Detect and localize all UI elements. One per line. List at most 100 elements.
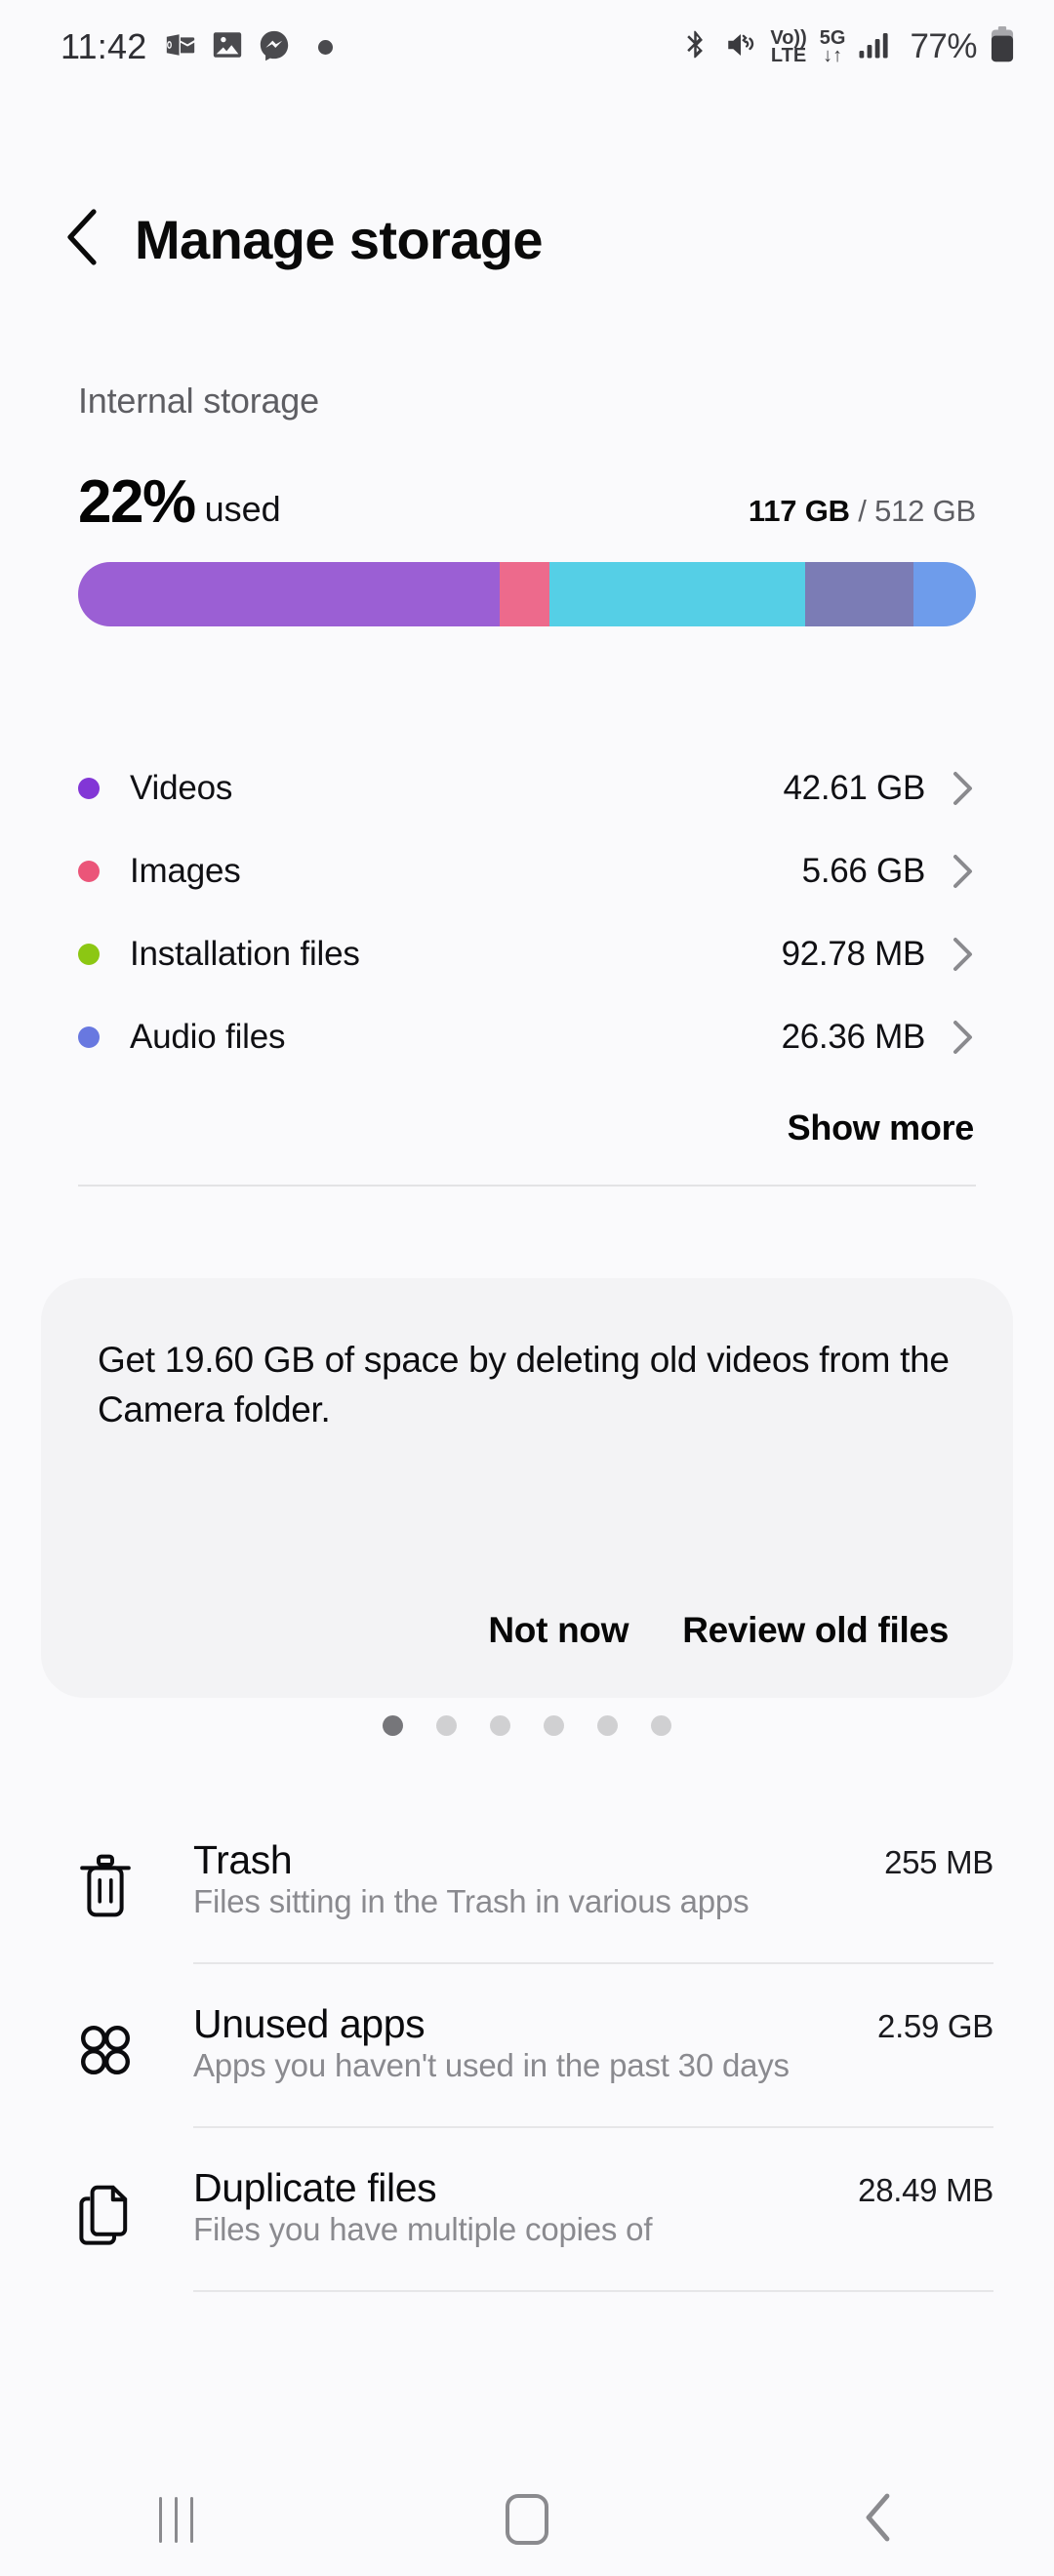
internal-storage-summary: Internal storage 22% used 117 GB / 512 G…: [0, 381, 1054, 626]
storage-bar-segment: [548, 562, 806, 626]
home-button[interactable]: [351, 2494, 703, 2545]
status-bar-clock: 11:42: [61, 26, 147, 66]
tool-size: 255 MB: [884, 1844, 993, 1880]
tool-main: Trash 255 MB Files sitting in the Trash in…: [150, 1837, 993, 1920]
bluetooth-icon: [679, 28, 711, 65]
suggestion-message: Get 19.60 GB of space by deleting old vi…: [98, 1340, 950, 1430]
storage-usage-bar: [78, 562, 976, 626]
outlook-icon: [164, 28, 197, 66]
category-label: Audio files: [130, 1017, 286, 1056]
category-color-dot: [78, 943, 100, 965]
unused-apps-icon: [61, 2005, 150, 2095]
usage-used-size: 117 GB: [748, 494, 850, 528]
usage-used-word: used: [204, 489, 281, 529]
category-color-dot: [78, 777, 100, 799]
tool-top-row: Unused apps 2.59 GB: [193, 2001, 993, 2047]
page-indicator-dot[interactable]: [597, 1715, 618, 1736]
storage-tool-item[interactable]: Trash 255 MB Files sitting in the Trash in…: [61, 1800, 993, 1964]
chevron-right-icon: [951, 936, 976, 973]
volte-icon: Vo)) LTE: [770, 26, 807, 66]
tool-body: Unused apps 2.59 GB Apps you haven't used …: [61, 1964, 993, 2126]
category-size: 92.78 MB: [781, 934, 926, 973]
storage-suggestion-card: Get 19.60 GB of space by deleting old vi…: [41, 1278, 1013, 1698]
tool-size: 28.49 MB: [858, 2172, 993, 2208]
tool-body: Duplicate files 28.49 MB Files you have mu…: [61, 2128, 993, 2290]
storage-category-list: Videos 42.61 GB Images 5.66 GB Installation …: [0, 746, 1054, 1187]
storage-category-row[interactable]: Videos 42.61 GB: [78, 746, 976, 829]
category-size: 5.66 GB: [801, 851, 926, 890]
manage-storage-screen: 11:42 Vo)) LTE 5G ↓↑ 77% Manage storage …: [0, 0, 1054, 2576]
storage-label: Internal storage: [78, 381, 319, 421]
tool-subtitle: Files sitting in the Trash in various ap…: [193, 1883, 750, 1919]
back-button[interactable]: [703, 2492, 1054, 2548]
trash-icon: [61, 1841, 150, 1931]
more-notifications-dot: [318, 39, 334, 55]
tool-top-row: Trash 255 MB: [193, 1837, 993, 1883]
category-label: Images: [130, 851, 241, 890]
not-now-button[interactable]: Not now: [488, 1610, 628, 1651]
page-title: Manage storage: [135, 208, 544, 270]
page-indicator-dot[interactable]: [383, 1715, 403, 1736]
tool-main: Unused apps 2.59 GB Apps you haven't used …: [150, 2001, 993, 2084]
page-header: Manage storage: [0, 181, 1054, 298]
usage-percent: 22%: [78, 468, 196, 536]
usage-row: 22% used 117 GB / 512 GB: [78, 472, 976, 533]
category-color-dot: [78, 860, 100, 882]
storage-category-row[interactable]: Images 5.66 GB: [78, 829, 976, 912]
category-label: Videos: [130, 768, 233, 807]
category-color-dot: [78, 1026, 100, 1048]
storage-category-row[interactable]: Installation files 92.78 MB: [78, 912, 976, 995]
battery-percent-label: 77%: [910, 27, 977, 65]
page-indicator-dot[interactable]: [544, 1715, 564, 1736]
signal-bars-icon: [858, 30, 893, 64]
tool-title: Trash: [193, 1837, 293, 1882]
storage-tool-item[interactable]: Unused apps 2.59 GB Apps you haven't used …: [61, 1964, 993, 2128]
fiveg-data-icon: 5G ↓↑: [819, 26, 846, 66]
page-indicator-dot[interactable]: [490, 1715, 510, 1736]
tool-main: Duplicate files 28.49 MB Files you have mu…: [150, 2165, 993, 2248]
status-bar: 11:42 Vo)) LTE 5G ↓↑ 77%: [0, 0, 1054, 94]
storage-bar-segment: [805, 562, 913, 626]
storage-bar-segment: [500, 562, 549, 626]
gallery-icon: [211, 28, 244, 66]
recents-icon: [158, 2496, 193, 2543]
suggestion-page-indicator: [0, 1715, 1054, 1736]
system-status-icons: Vo)) LTE 5G ↓↑ 77%: [679, 25, 1015, 68]
storage-bar-segment: [78, 562, 501, 626]
chevron-right-icon: [951, 853, 976, 890]
page-indicator-dot[interactable]: [651, 1715, 671, 1736]
mute-vibrate-icon: [724, 28, 757, 66]
category-size: 26.36 MB: [781, 1017, 926, 1056]
tool-body: Trash 255 MB Files sitting in the Trash in…: [61, 1800, 993, 1962]
chevron-right-icon: [951, 770, 976, 807]
storage-tool-item[interactable]: Duplicate files 28.49 MB Files you have mu…: [61, 2128, 993, 2292]
page-indicator-dot[interactable]: [436, 1715, 457, 1736]
back-chevron-icon[interactable]: [61, 206, 103, 273]
usage-total-size: 512 GB: [874, 494, 976, 528]
back-icon: [862, 2492, 895, 2548]
section-divider: [78, 1185, 976, 1187]
usage-size-summary: 117 GB / 512 GB: [749, 494, 976, 529]
home-icon: [506, 2494, 548, 2545]
tool-divider: [193, 2290, 993, 2292]
usage-size-separator: /: [849, 494, 875, 528]
tool-title: Unused apps: [193, 2001, 426, 2046]
storage-tools-list: Trash 255 MB Files sitting in the Trash in…: [0, 1800, 1054, 2292]
show-more-button[interactable]: Show more: [788, 1107, 975, 1148]
recents-button[interactable]: [0, 2496, 351, 2543]
tool-title: Duplicate files: [193, 2165, 437, 2210]
storage-category-row[interactable]: Audio files 26.36 MB: [78, 995, 976, 1078]
chevron-right-icon: [951, 1019, 976, 1056]
system-navigation-bar: [0, 2463, 1054, 2576]
show-more-row: Show more: [78, 1107, 976, 1148]
messenger-icon: [258, 28, 291, 66]
tool-size: 2.59 GB: [877, 2008, 993, 2044]
tool-top-row: Duplicate files 28.49 MB: [193, 2165, 993, 2211]
suggestion-actions: Not now Review old files: [98, 1610, 956, 1651]
review-old-files-button[interactable]: Review old files: [682, 1610, 949, 1651]
duplicate-files-icon: [61, 2169, 150, 2259]
category-size: 42.61 GB: [783, 768, 926, 807]
tool-subtitle: Files you have multiple copies of: [193, 2211, 653, 2247]
storage-bar-segment: [912, 562, 976, 626]
battery-icon: [990, 25, 1015, 68]
